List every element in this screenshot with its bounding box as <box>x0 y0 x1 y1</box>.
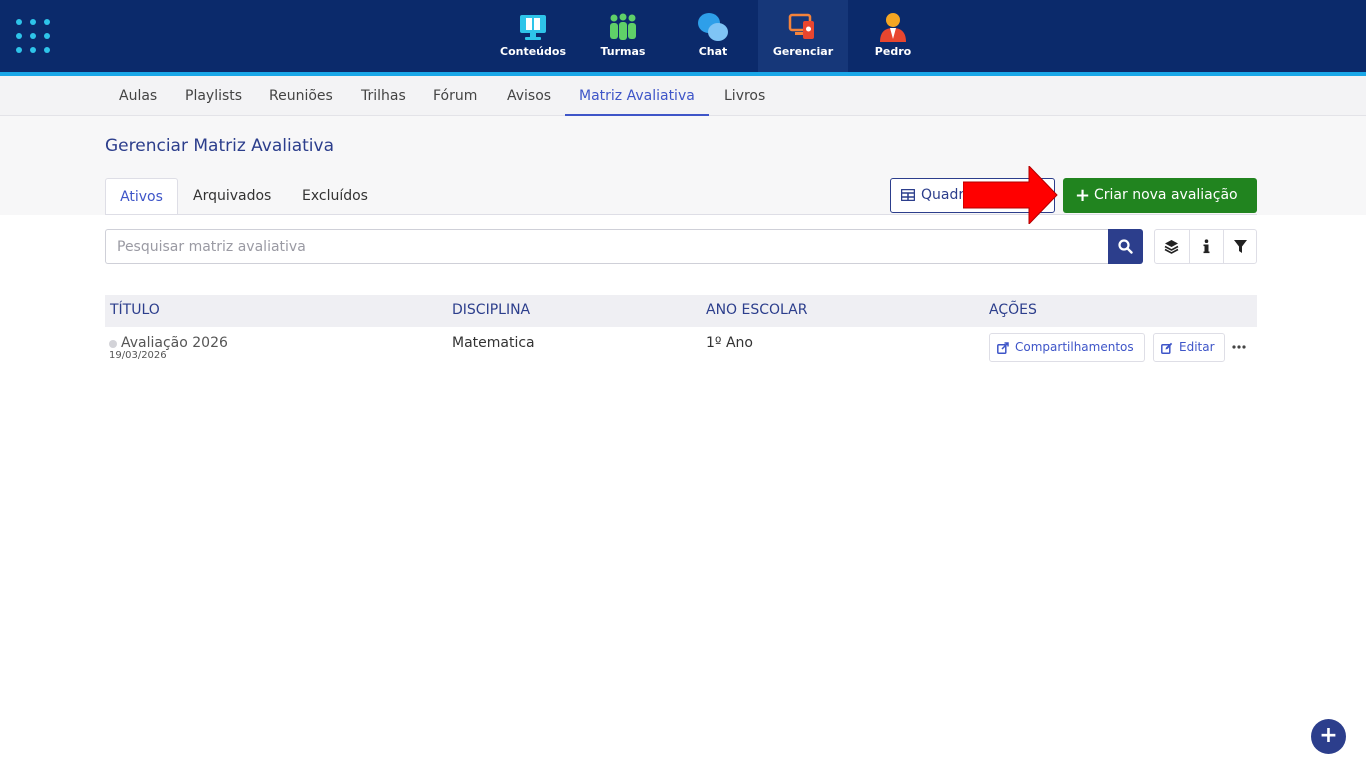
create-evaluation-label: Criar nova avaliação <box>1094 187 1238 203</box>
table-header: TÍTULO DISCIPLINA ANO ESCOLAR AÇÕES <box>105 295 1257 327</box>
status-dot-icon <box>109 340 117 348</box>
subnav-item-reunioes[interactable]: Reuniões <box>269 76 333 116</box>
layers-icon <box>1164 240 1179 254</box>
nav-item-conteudos[interactable]: Conteúdos <box>488 0 578 72</box>
nav-label: Chat <box>698 45 728 58</box>
subnav-item-trilhas[interactable]: Trilhas <box>361 76 406 116</box>
toolbar-group <box>1154 229 1257 264</box>
search-input[interactable] <box>105 229 1109 264</box>
subnav-item-matriz-avaliativa[interactable]: Matriz Avaliativa <box>565 76 709 116</box>
plus-icon: + <box>1075 185 1091 206</box>
subnav-item-forum[interactable]: Fórum <box>433 76 477 116</box>
edit-icon <box>1161 342 1173 354</box>
tabs-divider <box>105 214 1257 215</box>
group-people-icon <box>610 13 636 40</box>
nav-label: Conteúdos <box>500 45 566 58</box>
subnav-item-playlists[interactable]: Playlists <box>185 76 242 116</box>
user-avatar-icon <box>880 13 906 42</box>
share-button[interactable]: Compartilhamentos <box>989 333 1145 362</box>
filter-button[interactable] <box>1223 230 1257 263</box>
row-date: 19/03/2026 <box>109 350 167 361</box>
subnav-item-avisos[interactable]: Avisos <box>507 76 551 116</box>
more-options-icon[interactable] <box>1231 339 1247 355</box>
tab-ativos[interactable]: Ativos <box>105 178 178 215</box>
red-arrow-annotation-icon <box>963 166 1058 224</box>
nav-item-pedro[interactable]: Pedro <box>848 0 938 72</box>
nav-label: Turmas <box>600 45 646 58</box>
share-icon <box>997 342 1009 354</box>
page-title: Gerenciar Matriz Avaliativa <box>105 136 334 156</box>
column-header-ano-escolar[interactable]: ANO ESCOLAR <box>706 295 807 326</box>
search-icon <box>1118 239 1133 254</box>
layers-button[interactable] <box>1155 230 1189 263</box>
nav-label: Gerenciar <box>772 45 834 58</box>
table-row: Avaliação 2026 19/03/2026 Matematica 1º … <box>105 327 1257 371</box>
row-school-year: 1º Ano <box>706 335 753 351</box>
monitor-book-icon <box>520 15 546 40</box>
column-header-disciplina[interactable]: DISCIPLINA <box>452 295 530 326</box>
tab-excluidos[interactable]: Excluídos <box>302 178 368 215</box>
info-button[interactable] <box>1189 230 1223 263</box>
tab-arquivados[interactable]: Arquivados <box>193 178 271 215</box>
column-header-acoes: AÇÕES <box>989 302 1037 318</box>
nav-item-gerenciar[interactable]: Gerenciar <box>758 0 848 72</box>
row-title[interactable]: Avaliação 2026 <box>121 335 228 351</box>
table-grid-icon <box>901 189 915 201</box>
filter-icon <box>1234 240 1247 253</box>
subnav-item-aulas[interactable]: Aulas <box>119 76 157 116</box>
apps-grid-icon[interactable] <box>16 19 50 53</box>
sub-navigation: Aulas Playlists Reuniões Trilhas Fórum A… <box>0 76 1366 116</box>
nav-item-turmas[interactable]: Turmas <box>578 0 668 72</box>
info-icon <box>1203 239 1210 254</box>
search-button[interactable] <box>1108 229 1143 264</box>
devices-settings-icon <box>788 13 814 39</box>
subnav-item-livros[interactable]: Livros <box>724 76 765 116</box>
share-button-label: Compartilhamentos <box>1015 340 1134 354</box>
nav-item-chat[interactable]: Chat <box>668 0 758 72</box>
edit-button-label: Editar <box>1179 340 1215 354</box>
nav-label: Pedro <box>874 45 912 58</box>
top-navigation-bar: Conteúdos Turmas Chat Gerenciar Pedro <box>0 0 1366 72</box>
column-header-titulo[interactable]: TÍTULO <box>110 295 160 326</box>
row-discipline: Matematica <box>452 335 535 351</box>
create-evaluation-button[interactable]: + Criar nova avaliação <box>1063 178 1257 213</box>
floating-add-button[interactable]: + <box>1311 719 1346 754</box>
edit-button[interactable]: Editar <box>1153 333 1225 362</box>
chat-bubbles-icon <box>698 13 728 41</box>
